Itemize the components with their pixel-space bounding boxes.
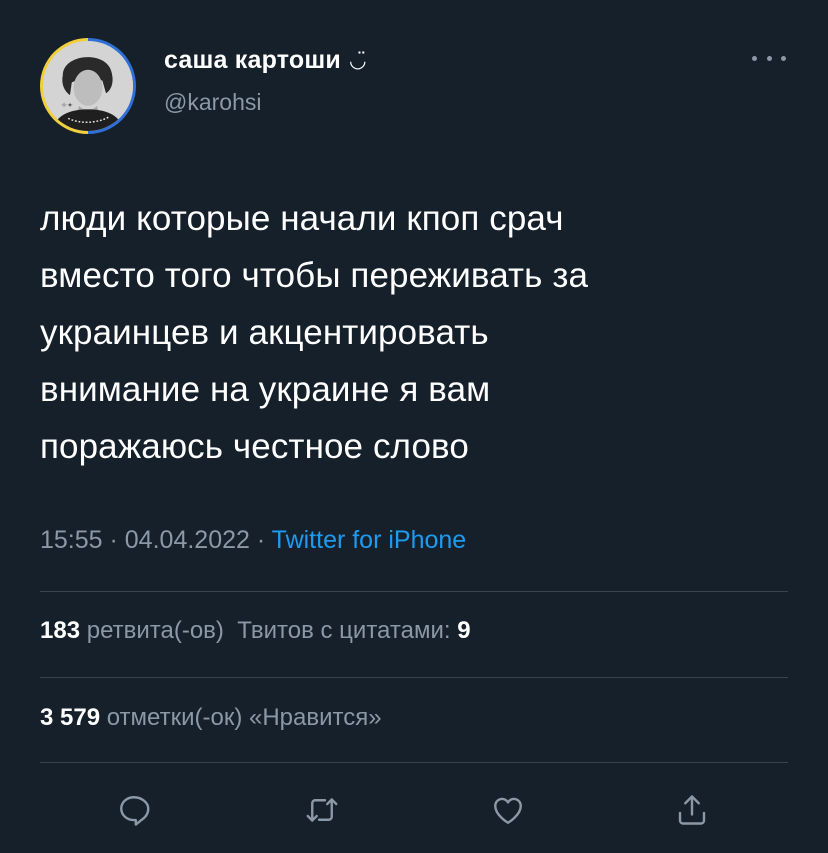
reply-icon	[120, 796, 150, 826]
likes-label: отметки(-ок) «Нравится»	[106, 704, 382, 731]
svg-text:✧✦: ✧✦	[61, 101, 73, 110]
more-options-icon[interactable]	[752, 48, 786, 68]
user-handle[interactable]: @karohsi	[164, 89, 262, 116]
tweet-text-line: вместо того чтобы переживать за	[40, 256, 589, 295]
divider	[40, 677, 788, 678]
quotes-label: Твитов с цитатами:	[237, 617, 451, 644]
meta-separator: ·	[102, 526, 125, 554]
meta-separator: ·	[249, 526, 272, 554]
quotes-link[interactable]: Твитов с цитатами: 9	[237, 617, 470, 644]
share-button[interactable]	[670, 788, 714, 832]
tweet-detail: ✧✦ саша картоши ◡̈ @karohsi люди которые …	[0, 0, 828, 853]
dot	[781, 55, 786, 61]
retweet-icon	[306, 798, 338, 822]
retweets-count: 183	[40, 617, 81, 644]
dot	[752, 55, 757, 61]
reply-button[interactable]	[112, 788, 156, 832]
retweet-button[interactable]	[300, 788, 344, 832]
tweet-meta: 15:55 · 04.04.2022 · Twitter for iPhone	[40, 526, 466, 555]
tweet-text: люди которые начали кпоп срач вместо тог…	[40, 190, 800, 475]
tweet-date[interactable]: 04.04.2022	[125, 526, 250, 554]
profile-avatar-icon: ✧✦	[43, 41, 133, 131]
tweet-source-link[interactable]: Twitter for iPhone	[272, 526, 467, 554]
tweet-text-line: украинцев и акцентировать	[40, 313, 489, 352]
dot	[766, 55, 772, 61]
likes-count: 3 579	[40, 704, 101, 731]
smile-emoji-icon: ◡̈	[348, 50, 367, 72]
tweet-text-line: люди которые начали кпоп срач	[40, 199, 564, 238]
avatar-image: ✧✦	[43, 41, 133, 131]
retweet-stats: 183 ретвита(-ов) Твитов с цитатами: 9	[40, 617, 471, 645]
display-name[interactable]: саша картоши ◡̈	[164, 46, 367, 75]
tweet-text-line: поражаюсь честное слово	[40, 427, 469, 466]
retweets-link[interactable]: 183 ретвита(-ов)	[40, 617, 224, 644]
avatar[interactable]: ✧✦	[40, 38, 136, 134]
likes-stats[interactable]: 3 579 отметки(-ок) «Нравится»	[40, 704, 382, 732]
divider	[40, 591, 788, 592]
retweets-label: ретвита(-ов)	[86, 617, 224, 644]
like-button[interactable]	[486, 788, 530, 832]
share-icon	[678, 795, 706, 825]
quotes-count: 9	[457, 617, 471, 644]
heart-icon	[494, 797, 522, 824]
tweet-time[interactable]: 15:55	[40, 526, 103, 554]
divider	[40, 762, 788, 763]
tweet-text-line: внимание на украине я вам	[40, 370, 491, 409]
display-name-text: саша картоши	[164, 46, 341, 74]
